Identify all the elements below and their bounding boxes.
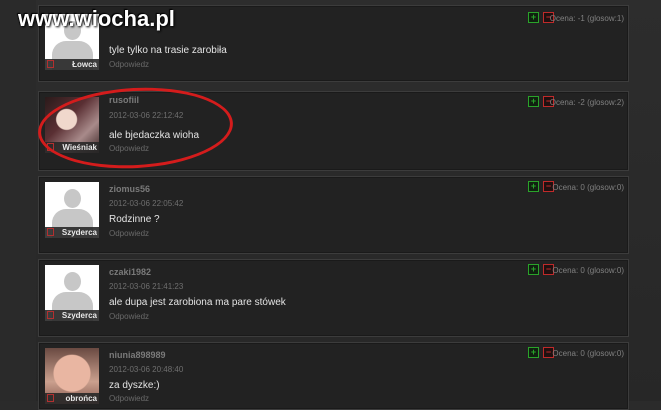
- comment-date: 2012-03-06 21:41:23: [109, 282, 184, 291]
- rating-value: -1 (glosow:1): [577, 14, 624, 23]
- rank-badge: Szyderca: [45, 310, 99, 321]
- avatar[interactable]: Szyderca: [45, 265, 99, 321]
- rating-label: Ocena:: [552, 349, 579, 358]
- rank-icon: [47, 311, 54, 319]
- rank-label: Szyderca: [61, 228, 97, 237]
- comment-text: tyle tylko na trasie zarobiła: [109, 45, 227, 56]
- rating-label: Ocena:: [549, 98, 576, 107]
- comment-card: Szyderca ziomus56 2012-03-06 22:05:42 Ro…: [38, 176, 629, 254]
- plus-icon[interactable]: +: [528, 264, 539, 275]
- comment-text: Rodzinne ?: [109, 214, 160, 225]
- default-avatar-head-icon: [64, 272, 81, 291]
- comment-card: obrońca wiochy niunia898989 2012-03-06 2…: [38, 342, 629, 410]
- reply-link[interactable]: Odpowiedz: [109, 60, 149, 69]
- plus-icon[interactable]: +: [528, 96, 539, 107]
- reply-link[interactable]: Odpowiedz: [109, 229, 149, 238]
- rating-label: Ocena:: [549, 14, 576, 23]
- vote-controls: + −: [528, 264, 554, 275]
- comment-text: za dyszke:): [109, 380, 160, 391]
- rating-value: 0 (glosow:0): [580, 349, 624, 358]
- rank-icon: [47, 60, 54, 68]
- comment-date: 2012-03-06 22:05:42: [109, 199, 184, 208]
- comment-date: 2012-03-06 20:48:40: [109, 365, 184, 374]
- plus-icon[interactable]: +: [528, 12, 539, 23]
- rating-value: 0 (glosow:0): [580, 183, 624, 192]
- comment-username[interactable]: ziomus56: [109, 184, 150, 194]
- reply-link[interactable]: Odpowiedz: [109, 394, 149, 403]
- rating-label: Ocena:: [552, 183, 579, 192]
- comment-username[interactable]: niunia898989: [109, 350, 166, 360]
- rating-text: Ocena: -2 (glosow:2): [550, 98, 624, 107]
- reply-link[interactable]: Odpowiedz: [109, 312, 149, 321]
- vote-controls: + −: [528, 181, 554, 192]
- rating-text: Ocena: 0 (glosow:0): [552, 349, 624, 358]
- comment-card: Szyderca czaki1982 2012-03-06 21:41:23 a…: [38, 259, 629, 337]
- rank-label: obrońca wiochy: [65, 394, 97, 403]
- comment-username[interactable]: czaki1982: [109, 267, 151, 277]
- site-logo[interactable]: www.wiocha.pl: [18, 6, 175, 32]
- rating-label: Ocena:: [552, 266, 579, 275]
- rank-label: Szyderca: [61, 311, 97, 320]
- rank-badge: Łowca: [45, 59, 99, 70]
- rating-text: Ocena: 0 (glosow:0): [552, 266, 624, 275]
- plus-icon[interactable]: +: [528, 181, 539, 192]
- avatar[interactable]: Szyderca: [45, 182, 99, 238]
- default-avatar-head-icon: [64, 189, 81, 208]
- vote-controls: + −: [528, 347, 554, 358]
- rank-badge: obrońca wiochy: [45, 393, 99, 404]
- comment-text: ale dupa jest zarobiona ma pare stówek: [109, 297, 286, 308]
- rating-value: -2 (glosow:2): [577, 98, 624, 107]
- page: www.wiocha.pl Łowca tyle tylko na trasie…: [0, 0, 661, 410]
- avatar[interactable]: obrońca wiochy: [45, 348, 99, 404]
- rank-label: Łowca: [72, 60, 97, 69]
- plus-icon[interactable]: +: [528, 347, 539, 358]
- rating-text: Ocena: -1 (glosow:1): [550, 14, 624, 23]
- left-margin: [0, 0, 36, 401]
- rank-badge: Szyderca: [45, 227, 99, 238]
- rating-text: Ocena: 0 (glosow:0): [552, 183, 624, 192]
- rank-icon: [47, 228, 54, 236]
- rating-value: 0 (glosow:0): [580, 266, 624, 275]
